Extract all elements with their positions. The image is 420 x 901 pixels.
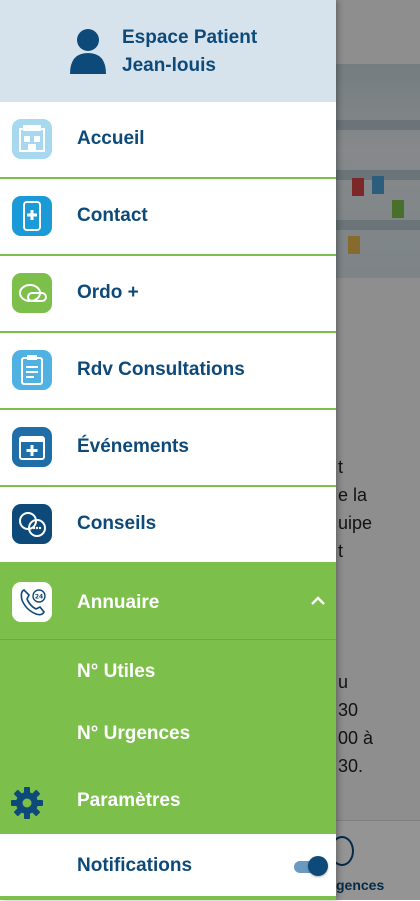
notifications-toggle[interactable]: [292, 856, 328, 878]
menu-item-label: Annuaire: [77, 592, 160, 613]
submenu-item-numeros-utiles[interactable]: N° Utiles: [77, 661, 155, 683]
divider: [0, 896, 336, 900]
menu-item-accueil[interactable]: Accueil: [0, 102, 336, 179]
menu-item-label: Événements: [77, 436, 189, 457]
notifications-row: Notifications: [0, 834, 336, 900]
chevron-up-icon[interactable]: [310, 594, 326, 606]
menu-item-contact[interactable]: Contact: [0, 179, 336, 256]
annuaire-group: 24 Annuaire N° Utiles N° Urgences Paramè…: [0, 564, 336, 834]
toggle-knob: [308, 856, 328, 876]
menu-item-label: Conseils: [77, 513, 157, 534]
clipboard-schedule-icon: [12, 350, 52, 390]
menu-item-rdv-consultations[interactable]: Rdv Consultations: [0, 333, 336, 410]
menu-item-label: Ordo +: [77, 282, 139, 303]
menu-item-conseils[interactable]: Conseils: [0, 487, 336, 564]
notifications-label: Notifications: [77, 855, 193, 876]
menu-item-label: Accueil: [77, 128, 145, 149]
pills-icon: [12, 273, 52, 313]
pharmacy-store-icon: [12, 119, 52, 159]
submenu-item-numeros-urgences[interactable]: N° Urgences: [77, 723, 190, 745]
gear-icon: [11, 787, 43, 819]
menu-item-ordo[interactable]: Ordo +: [0, 256, 336, 333]
menu-item-parametres[interactable]: Paramètres: [77, 790, 181, 812]
user-avatar-icon: [70, 29, 106, 74]
menu-item-label: Rdv Consultations: [77, 359, 245, 380]
navigation-drawer: Espace Patient Jean-louis Accueil Contac…: [0, 0, 336, 900]
calendar-cross-icon: [12, 427, 52, 467]
user-space-label: Espace Patient: [122, 27, 258, 48]
user-name: Jean-louis: [122, 55, 216, 76]
phone-24h-icon: 24: [12, 582, 52, 622]
user-title: Espace Patient Jean-louis: [122, 24, 257, 80]
svg-text:24: 24: [35, 594, 43, 601]
menu-item-evenements[interactable]: Événements: [0, 410, 336, 487]
drawer-header: Espace Patient Jean-louis: [0, 0, 336, 104]
menu-item-label: Contact: [77, 205, 148, 226]
smartphone-cross-icon: [12, 196, 52, 236]
menu-item-annuaire[interactable]: 24 Annuaire: [0, 564, 336, 640]
speech-bubbles-icon: [12, 504, 52, 544]
